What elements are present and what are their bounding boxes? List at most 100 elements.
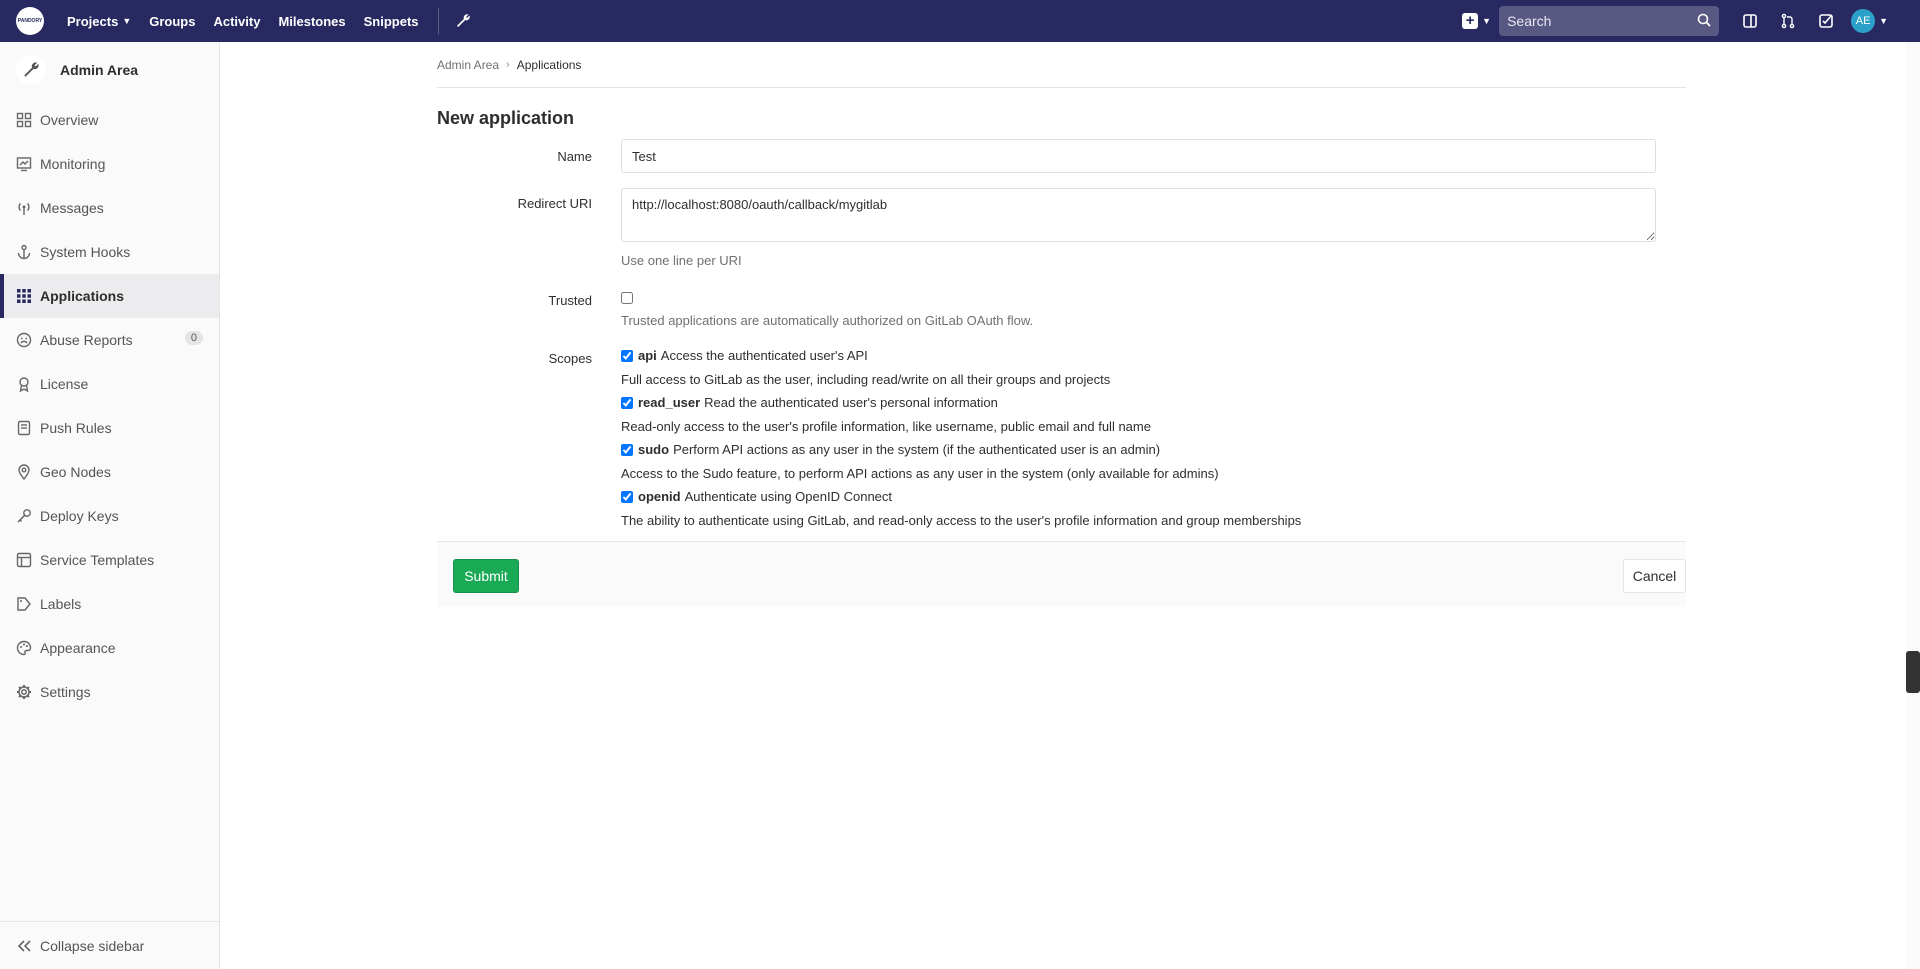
sidebar-item-label: Monitoring xyxy=(40,156,106,172)
scope-summary: Access the authenticated user's API xyxy=(660,348,868,363)
sidebar-item-appearance[interactable]: Appearance xyxy=(0,626,219,670)
scope-read-user-checkbox[interactable] xyxy=(621,396,633,409)
scope-sudo-checkbox[interactable] xyxy=(621,443,633,456)
scope-api-checkbox[interactable] xyxy=(621,349,633,362)
sidebar-item-label: Settings xyxy=(40,684,91,700)
sidebar-toggle-icon[interactable] xyxy=(1731,0,1769,42)
hook-icon xyxy=(16,244,32,260)
sidebar-item-overview[interactable]: Overview xyxy=(0,98,219,142)
sidebar-item-label: Geo Nodes xyxy=(40,464,111,480)
redirect-uri-field[interactable]: http://localhost:8080/oauth/callback/myg… xyxy=(621,188,1656,242)
nav-snippets[interactable]: Snippets xyxy=(355,0,428,42)
new-dropdown[interactable]: + ▼ xyxy=(1462,13,1491,29)
trusted-label: Trusted xyxy=(548,293,592,308)
logo[interactable]: PANDORY xyxy=(16,7,44,35)
sidebar-item-label: Messages xyxy=(40,200,104,216)
cancel-button[interactable]: Cancel xyxy=(1623,559,1686,593)
sidebar-item-label: Labels xyxy=(40,596,82,612)
merge-request-icon[interactable] xyxy=(1769,0,1807,42)
page-title: New application xyxy=(437,108,575,128)
sidebar-item-settings[interactable]: Settings xyxy=(0,670,219,714)
sidebar-item-geo-nodes[interactable]: Geo Nodes xyxy=(0,450,219,494)
sidebar-item-applications[interactable]: Applications xyxy=(0,274,219,318)
sidebar-item-monitoring[interactable]: Monitoring xyxy=(0,142,219,186)
scope-summary: Read the authenticated user's personal i… xyxy=(704,395,998,410)
scopes-label: Scopes xyxy=(548,351,592,366)
sidebar-item-label: Appearance xyxy=(40,640,116,656)
scopes-field-wrap: api Access the authenticated user's API … xyxy=(621,347,1656,535)
nav-milestones[interactable]: Milestones xyxy=(269,0,354,42)
redirect-row: Redirect URI http://localhost:8080/oauth… xyxy=(437,188,1686,268)
breadcrumb-current[interactable]: Applications xyxy=(517,58,582,72)
collapse-sidebar-label: Collapse sidebar xyxy=(40,937,145,954)
sidebar-item-deploy-keys[interactable]: Deploy Keys xyxy=(0,494,219,538)
collapse-sidebar-button[interactable]: Collapse sidebar xyxy=(0,921,219,969)
labels-icon xyxy=(16,596,32,612)
nav-activity[interactable]: Activity xyxy=(204,0,269,42)
admin-wrench-icon[interactable] xyxy=(449,0,477,42)
license-icon xyxy=(16,376,32,392)
nav-divider xyxy=(437,8,439,34)
sidebar-item-push-rules[interactable]: Push Rules xyxy=(0,406,219,450)
scope-name: api xyxy=(638,348,657,363)
search-icon[interactable] xyxy=(1697,13,1711,30)
double-chevron-left-icon xyxy=(16,938,32,954)
sidebar-item-label: Overview xyxy=(40,112,99,128)
chevron-down-icon: ▼ xyxy=(1482,16,1492,26)
chevron-down-icon[interactable]: ▼ xyxy=(1879,16,1888,26)
abuse-icon xyxy=(16,332,32,348)
page-scrollbar[interactable] xyxy=(1906,42,1920,969)
nav-projects[interactable]: Projects ▼ xyxy=(58,0,140,42)
main-content: Admin Area › Applications New applicatio… xyxy=(437,42,1686,607)
sidebar-item-license[interactable]: License xyxy=(0,362,219,406)
nav-links: Projects ▼ Groups Activity Milestones Sn… xyxy=(58,0,477,42)
sidebar-item-service-templates[interactable]: Service Templates xyxy=(0,538,219,582)
applications-icon xyxy=(16,288,32,304)
nav-right: + ▼ AE ▼ xyxy=(1462,0,1920,42)
breadcrumb-parent[interactable]: Admin Area xyxy=(437,58,499,72)
nav-groups[interactable]: Groups xyxy=(140,0,204,42)
geo-icon xyxy=(16,464,32,480)
name-label: Name xyxy=(557,149,592,164)
trusted-checkbox[interactable] xyxy=(621,292,633,305)
todo-icon[interactable] xyxy=(1807,0,1845,42)
trusted-help: Trusted applications are automatically a… xyxy=(621,313,1034,328)
redirect-help: Use one line per URI xyxy=(621,253,742,268)
name-field[interactable] xyxy=(621,139,1656,173)
form-actions: Submit Cancel xyxy=(437,541,1686,607)
sidebar-item-label: System Hooks xyxy=(40,244,131,260)
sidebar-header[interactable]: Admin Area xyxy=(0,42,219,98)
appearance-icon xyxy=(16,640,32,656)
scope-summary: Authenticate using OpenID Connect xyxy=(684,489,893,504)
scope-openid-checkbox[interactable] xyxy=(621,490,633,503)
messages-icon xyxy=(16,200,32,216)
templates-icon xyxy=(16,552,32,568)
top-navbar: PANDORY Projects ▼ Groups Activity Miles… xyxy=(0,0,1920,42)
trusted-row: Trusted Trusted applications are automat… xyxy=(437,289,1686,328)
overview-icon xyxy=(16,112,32,128)
count-badge: 0 xyxy=(184,331,203,345)
sidebar-item-messages[interactable]: Messages xyxy=(0,186,219,230)
push-rules-icon xyxy=(16,420,32,436)
sidebar-item-labels[interactable]: Labels xyxy=(0,582,219,626)
monitoring-icon xyxy=(16,156,32,172)
scrollbar-thumb[interactable] xyxy=(1906,651,1920,693)
redirect-field-wrap: http://localhost:8080/oauth/callback/myg… xyxy=(621,188,1656,268)
redirect-label: Redirect URI xyxy=(517,196,592,211)
search-input[interactable] xyxy=(1507,13,1678,29)
trusted-field-wrap: Trusted applications are automatically a… xyxy=(621,289,1656,328)
avatar[interactable]: AE xyxy=(1851,9,1876,33)
scope-name: sudo xyxy=(638,442,670,457)
sidebar-item-system-hooks[interactable]: System Hooks xyxy=(0,230,219,274)
scope-description: Read-only access to the user's profile i… xyxy=(621,419,1151,434)
scope-summary: Perform API actions as any user in the s… xyxy=(673,442,1161,457)
sidebar-item-abuse-reports[interactable]: Abuse Reports 0 xyxy=(0,318,219,362)
name-row: Name xyxy=(437,139,1686,173)
scope-sudo: sudo Perform API actions as any user in … xyxy=(621,441,1656,458)
chevron-right-icon: › xyxy=(506,58,510,71)
key-icon xyxy=(16,508,32,524)
breadcrumb: Admin Area › Applications xyxy=(437,42,1686,88)
name-field-wrap xyxy=(621,139,1656,173)
submit-button[interactable]: Submit xyxy=(453,559,519,593)
scope-description: Access to the Sudo feature, to perform A… xyxy=(621,466,1219,481)
